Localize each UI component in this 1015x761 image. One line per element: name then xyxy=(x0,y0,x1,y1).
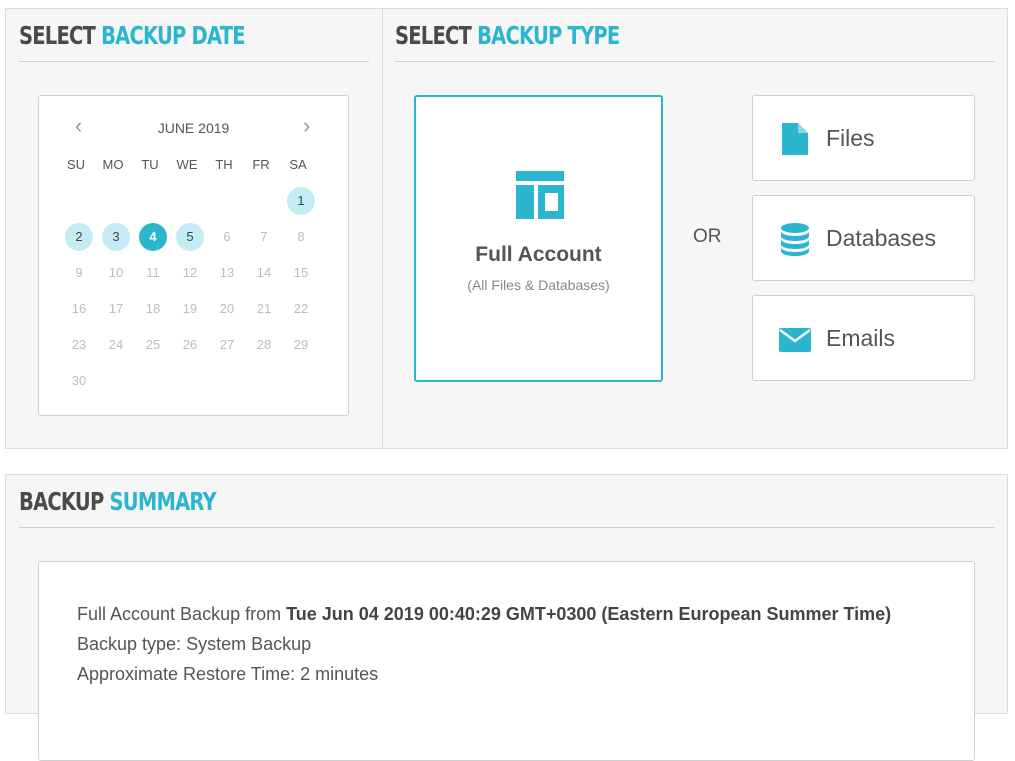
calendar-day[interactable]: 2 xyxy=(65,223,93,251)
calendar-day: 6 xyxy=(223,229,231,244)
calendar-day: 27 xyxy=(219,337,235,352)
emails-option-label: Emails xyxy=(826,325,896,351)
calendar-day: 8 xyxy=(297,229,305,244)
layout-icon xyxy=(516,171,564,219)
calendar-day[interactable]: 3 xyxy=(102,223,130,251)
calendar-day: 24 xyxy=(108,337,124,352)
full-account-subtitle: (All Files & Databases) xyxy=(467,277,610,293)
calendar-day: 11 xyxy=(146,265,160,280)
summary-prefix: Full Account Backup from xyxy=(77,604,287,624)
calendar-day: 21 xyxy=(256,301,272,316)
heading-accent-text: SUMMARY xyxy=(109,487,217,516)
summary-backup-from: Full Account Backup from Tue Jun 04 2019… xyxy=(77,604,891,625)
weekday-label: WE xyxy=(176,157,198,172)
or-separator: OR xyxy=(693,226,722,247)
file-icon xyxy=(782,123,808,155)
weekday-label: FR xyxy=(252,157,270,172)
calendar-day: 12 xyxy=(182,265,198,280)
heading-dark-text: BACKUP xyxy=(19,487,104,516)
calendar-day: 22 xyxy=(293,301,309,316)
calendar-day: 10 xyxy=(108,265,124,280)
weekday-label: MO xyxy=(102,157,124,172)
databases-option-label: Databases xyxy=(826,225,936,251)
select-backup-date-heading: SELECT BACKUP DATE xyxy=(19,21,246,51)
heading-divider xyxy=(19,61,369,62)
panel-divider xyxy=(382,9,383,448)
calendar-day: 23 xyxy=(71,337,87,352)
backup-summary-panel: BACKUP SUMMARY Full Account Backup from … xyxy=(5,474,1008,761)
calendar-month-label: JUNE 2019 xyxy=(157,120,230,136)
backup-selection-panel: SELECT BACKUP DATE ‹ JUNE 2019 › SU MO TU W… xyxy=(5,8,1008,449)
backup-date-calendar: ‹ JUNE 2019 › SU MO TU WE TH FR SA 1 2 3 4 5 6 7 8 9 10… xyxy=(38,95,349,416)
databases-option-button[interactable]: Databases xyxy=(752,195,975,281)
calendar-day: 15 xyxy=(293,265,309,280)
calendar-day: 14 xyxy=(256,265,272,280)
backup-summary-heading: BACKUP SUMMARY xyxy=(19,487,217,517)
calendar-day[interactable]: 4 xyxy=(139,223,167,251)
heading-dark-text: SELECT xyxy=(19,21,96,50)
weekday-label: SU xyxy=(66,157,86,172)
calendar-day: 9 xyxy=(75,265,83,280)
calendar-day[interactable]: 1 xyxy=(287,187,315,215)
database-icon xyxy=(781,223,809,256)
full-account-title: Full Account xyxy=(475,243,602,266)
calendar-day: 29 xyxy=(293,337,309,352)
calendar-day: 13 xyxy=(219,265,235,280)
summary-box: Full Account Backup from Tue Jun 04 2019… xyxy=(38,561,975,761)
summary-restore-time: Approximate Restore Time: 2 minutes xyxy=(77,664,379,684)
files-option-button[interactable]: Files xyxy=(752,95,975,181)
heading-accent-text: BACKUP DATE xyxy=(101,21,246,50)
heading-divider xyxy=(395,61,995,62)
calendar-day: 19 xyxy=(182,301,198,316)
full-account-card[interactable]: Full Account (All Files & Databases) xyxy=(414,95,663,382)
chevron-right-icon[interactable]: › xyxy=(303,114,310,138)
weekday-label: SA xyxy=(289,157,307,172)
heading-divider xyxy=(19,527,995,528)
calendar-day: 7 xyxy=(260,229,268,244)
heading-dark-text: SELECT xyxy=(395,21,472,50)
calendar-day: 18 xyxy=(145,301,161,316)
calendar-day: 17 xyxy=(108,301,124,316)
envelope-icon xyxy=(779,328,811,352)
calendar-day: 30 xyxy=(71,373,87,388)
heading-accent-text: BACKUP TYPE xyxy=(477,21,620,50)
files-option-label: Files xyxy=(826,125,875,151)
select-backup-type-heading: SELECT BACKUP TYPE xyxy=(395,21,620,51)
summary-backup-type: Backup type: System Backup xyxy=(77,634,312,654)
summary-backup-date: Tue Jun 04 2019 00:40:29 GMT+0300 (Easte… xyxy=(286,604,892,624)
calendar-day[interactable]: 5 xyxy=(176,223,204,251)
weekday-label: TU xyxy=(141,157,159,172)
emails-option-button[interactable]: Emails xyxy=(752,295,975,381)
calendar-day: 26 xyxy=(182,337,198,352)
calendar-day: 16 xyxy=(71,301,87,316)
calendar-day: 28 xyxy=(256,337,272,352)
weekday-label: TH xyxy=(215,157,233,172)
calendar-day: 20 xyxy=(219,301,235,316)
calendar-day: 25 xyxy=(145,337,161,352)
